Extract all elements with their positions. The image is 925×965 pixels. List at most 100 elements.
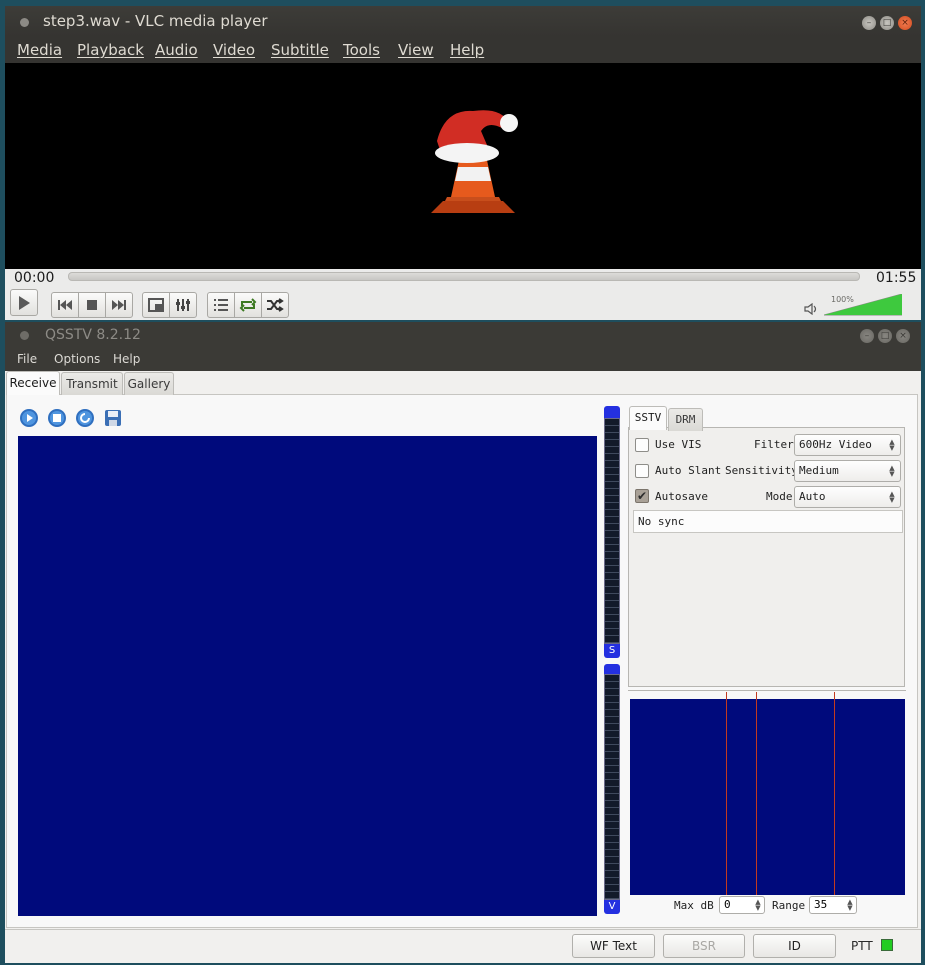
save-icon xyxy=(105,410,121,426)
close-button[interactable]: × xyxy=(898,16,912,30)
wf-text-button[interactable]: WF Text xyxy=(572,934,655,958)
qsstv-titlebar[interactable]: QSSTV 8.2.12 – □ × xyxy=(5,322,921,349)
tab-drm[interactable]: DRM xyxy=(668,408,703,431)
range-label: Range xyxy=(772,899,806,912)
sync-status: No sync xyxy=(633,510,903,533)
menu-help[interactable]: Help xyxy=(450,41,484,59)
playlist-group xyxy=(207,292,289,318)
max-db-spin-arrows-icon: ▲ ▼ xyxy=(755,898,761,912)
play-button[interactable] xyxy=(10,289,38,316)
play-icon xyxy=(19,295,30,310)
auto-slant-label: Auto Slant xyxy=(655,464,722,477)
received-image-area[interactable] xyxy=(18,436,597,916)
next-button[interactable] xyxy=(105,292,133,318)
range-value: 35 xyxy=(814,898,828,911)
sync-status-text: No sync xyxy=(638,515,685,528)
sync-meter-label: S xyxy=(604,644,620,658)
time-elapsed: 00:00 xyxy=(14,270,55,286)
minimize-button[interactable]: – xyxy=(862,16,876,30)
window-title: step3.wav - VLC media player xyxy=(43,12,268,30)
save-button[interactable] xyxy=(102,407,124,429)
tab-gallery[interactable]: Gallery xyxy=(124,372,174,395)
app-menu-dot xyxy=(20,18,29,27)
close-button[interactable]: × xyxy=(896,329,910,343)
fullscreen-button[interactable] xyxy=(142,292,170,318)
sensitivity-select-arrows-icon: ▲ ▼ xyxy=(889,464,895,478)
menu-media[interactable]: Media xyxy=(17,41,62,59)
previous-button[interactable] xyxy=(51,292,79,318)
range-spin-arrows-icon: ▲ ▼ xyxy=(847,898,853,912)
filter-select[interactable]: 600Hz Video xyxy=(794,434,901,456)
sync-meter xyxy=(604,418,620,644)
playlist-button[interactable] xyxy=(207,292,235,318)
menu-help[interactable]: Help xyxy=(113,352,140,366)
video-area[interactable] xyxy=(5,63,921,269)
refresh-icon xyxy=(76,409,94,427)
bsr-button[interactable]: BSR xyxy=(663,934,745,958)
mode-select-arrows-icon: ▲ ▼ xyxy=(889,490,895,504)
stop-icon xyxy=(48,409,66,427)
sensitivity-select[interactable]: Medium xyxy=(794,460,901,482)
extended-settings-icon xyxy=(176,299,190,311)
use-vis-label: Use VIS xyxy=(655,438,702,451)
status-divider xyxy=(5,929,921,930)
volume-meter xyxy=(604,674,620,900)
start-button[interactable] xyxy=(18,407,40,429)
vlc-window: step3.wav - VLC media player – □ × Media… xyxy=(5,6,921,320)
maximize-button[interactable]: □ xyxy=(880,16,894,30)
minimize-button[interactable]: – xyxy=(860,329,874,343)
maximize-button[interactable]: □ xyxy=(878,329,892,343)
auto-slant-checkbox[interactable] xyxy=(635,464,649,478)
autosave-checkbox[interactable]: ✔ xyxy=(635,489,649,503)
stop-button[interactable] xyxy=(78,292,106,318)
menu-playback[interactable]: Playback xyxy=(77,41,144,59)
filter-select-arrows-icon: ▲ ▼ xyxy=(889,438,895,452)
desktop: { "vlc": { "title": "step3.wav - VLC med… xyxy=(0,0,925,965)
max-db-value: 0 xyxy=(724,898,731,911)
loop-button[interactable] xyxy=(234,292,262,318)
vlc-titlebar[interactable]: step3.wav - VLC media player – □ × xyxy=(5,6,921,36)
previous-icon xyxy=(58,300,72,310)
qsstv-window: QSSTV 8.2.12 – □ × File Options Help Rec… xyxy=(5,322,921,963)
extended-settings-button[interactable] xyxy=(169,292,197,318)
volume-meter-top xyxy=(604,664,620,674)
filter-value: 600Hz Video xyxy=(799,438,872,451)
tab-sstv[interactable]: SSTV xyxy=(629,406,667,430)
tab-transmit[interactable]: Transmit xyxy=(61,372,123,395)
waterfall-display[interactable] xyxy=(630,699,905,895)
view-group xyxy=(142,292,197,318)
sensitivity-label: Sensitivity xyxy=(725,464,798,477)
time-total[interactable]: 01:55 xyxy=(876,270,916,286)
seek-slider[interactable] xyxy=(68,272,860,281)
marker-line xyxy=(726,692,727,895)
shuffle-icon xyxy=(267,298,284,312)
fullscreen-icon xyxy=(148,298,164,312)
menu-tools[interactable]: Tools xyxy=(343,41,380,59)
menu-subtitle[interactable]: Subtitle xyxy=(271,41,329,59)
playlist-icon xyxy=(214,299,228,311)
menu-options[interactable]: Options xyxy=(54,352,100,366)
marker-line xyxy=(756,692,757,895)
sync-meter-top xyxy=(604,406,620,418)
vlc-cone-logo-icon xyxy=(431,110,518,213)
next-icon xyxy=(112,300,126,310)
shuffle-button[interactable] xyxy=(261,292,289,318)
tab-receive[interactable]: Receive xyxy=(6,371,60,395)
menu-audio[interactable]: Audio xyxy=(155,41,198,59)
app-menu-dot xyxy=(20,331,29,340)
menu-view[interactable]: View xyxy=(398,41,434,59)
menu-file[interactable]: File xyxy=(17,352,37,366)
menu-video[interactable]: Video xyxy=(213,41,255,59)
use-vis-checkbox[interactable] xyxy=(635,438,649,452)
stop-button[interactable] xyxy=(46,407,68,429)
sensitivity-value: Medium xyxy=(799,464,839,477)
volume-meter-label: V xyxy=(604,900,620,914)
id-button[interactable]: ID xyxy=(753,934,836,958)
loop-icon xyxy=(239,298,257,312)
mode-value: Auto xyxy=(799,490,826,503)
filter-label: Filter xyxy=(754,438,794,451)
qsstv-menubar: File Options Help xyxy=(5,349,921,371)
mode-select[interactable]: Auto xyxy=(794,486,901,508)
speaker-icon[interactable] xyxy=(804,303,818,315)
erase-button[interactable] xyxy=(74,407,96,429)
